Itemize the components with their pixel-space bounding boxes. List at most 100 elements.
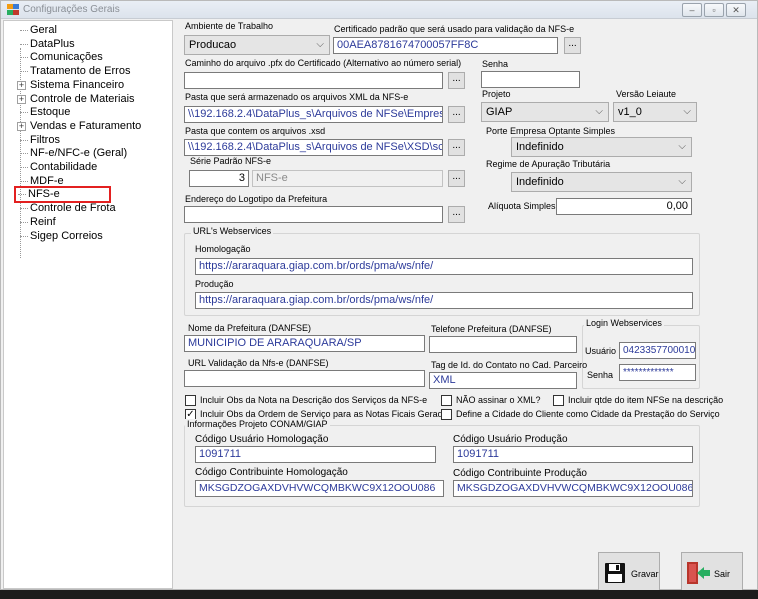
telefone-input[interactable] (429, 336, 577, 353)
checkbox-label: Define a Cidade do Cliente como Cidade d… (456, 409, 720, 419)
pasta-xsd-label: Pasta que contem os arquivos .xsd (185, 126, 326, 136)
cod-usuario-prod-label: Código Usuário Produção (453, 434, 568, 445)
ambiente-value: Producao (189, 39, 237, 51)
tree-item-sistema-financeiro[interactable]: + Sistema Financeiro (17, 78, 125, 92)
projeto-value: GIAP (486, 106, 513, 118)
tree-item-contabilidade[interactable]: Contabilidade (18, 161, 97, 174)
porte-select[interactable]: Indefinido ⌵ (511, 137, 692, 157)
incluir-obs-nota-checkbox[interactable]: Incluir Obs da Nota na Descrição dos Ser… (185, 394, 427, 407)
pasta-xml-input[interactable]: \\192.168.2.4\DataPlus_s\Arquivos de NFS… (184, 106, 443, 123)
tree-item-label: Geral (30, 24, 57, 36)
minimize-button[interactable]: – (682, 3, 702, 17)
tree-item-mdf-e[interactable]: MDF-e (18, 175, 64, 188)
serie-number-input[interactable]: 3 (189, 170, 249, 187)
define-cidade-checkbox[interactable]: Define a Cidade do Cliente como Cidade d… (441, 408, 720, 421)
tree-item-vendas-e-faturamento[interactable]: + Vendas e Faturamento (17, 119, 142, 133)
pasta-xsd-input[interactable]: \\192.168.2.4\DataPlus_s\Arquivos de NFS… (184, 139, 443, 156)
expand-icon[interactable]: + (17, 80, 26, 90)
certificado-browse-button[interactable]: ... (564, 37, 581, 54)
tree-item-reinf[interactable]: Reinf (18, 216, 56, 229)
senha-ws-label: Senha (587, 370, 614, 380)
homologacao-label: Homologação (195, 244, 251, 254)
tree-item-geral[interactable]: Geral (18, 24, 57, 37)
versao-select[interactable]: v1_0 ⌵ (613, 102, 697, 122)
tree-item-label: Controle de Frota (30, 202, 116, 215)
ambiente-label: Ambiente de Trabalho (185, 21, 274, 31)
porte-label: Porte Empresa Optante Simples (486, 126, 616, 136)
senha-ws-input[interactable]: ************* (619, 364, 696, 381)
close-button[interactable]: ✕ (726, 3, 746, 17)
sair-label: Sair (714, 569, 731, 579)
cod-usuario-prod-input[interactable]: 1091711 (453, 446, 693, 463)
cod-contrib-prod-input[interactable]: MKSGDZOGAXDVHVWCQMBKWC9X12OOU086 (453, 480, 693, 497)
telefone-label: Telefone Prefeitura (DANFSE) (431, 324, 552, 334)
cod-usuario-homolog-input[interactable]: 1091711 (195, 446, 436, 463)
checkbox-label: Incluir Obs da Ordem de Serviço para as … (200, 409, 453, 419)
cod-usuario-homolog-label: Código Usuário Homologação (195, 434, 329, 445)
tree-item-estoque[interactable]: Estoque (18, 106, 70, 119)
producao-url-input[interactable]: https://araraquara.giap.com.br/ords/pma/… (195, 292, 693, 309)
prefeitura-input[interactable]: MUNICIPIO DE ARARAQUARA/SP (184, 335, 425, 352)
pasta-xsd-browse-button[interactable]: ... (448, 139, 465, 156)
tree-item-controle-de-frota[interactable]: Controle de Frota (18, 202, 116, 215)
taskbar-strip (0, 590, 758, 599)
tree-item-filtros[interactable]: Filtros (18, 134, 60, 147)
nfse-settings-panel: Ambiente de Trabalho Producao ⌵ Certific… (176, 20, 756, 594)
tree-item-comunica-es[interactable]: Comunicações (18, 51, 103, 64)
projeto-select[interactable]: GIAP ⌵ (481, 102, 609, 122)
tree-item-nf-e-nfc-e-geral[interactable]: NF-e/NFC-e (Geral) (18, 147, 127, 160)
serie-label: Série Padrão NFS-e (190, 156, 272, 166)
tree-item-label: NFS-e (28, 188, 60, 201)
app-icon (7, 4, 19, 15)
login-webservices-title: Login Webservices (584, 318, 664, 328)
serie-browse-button[interactable]: ... (448, 170, 465, 187)
regime-select[interactable]: Indefinido ⌵ (511, 172, 692, 192)
tag-contato-label: Tag de Id. do Contato no Cad. Parceiro (431, 360, 588, 370)
chevron-down-icon: ⌵ (678, 141, 686, 152)
caminho-pfx-input[interactable] (184, 72, 443, 89)
floppy-disk-icon (605, 563, 625, 583)
tree-item-nfs-e[interactable]: NFS-e (14, 186, 111, 204)
gravar-button[interactable]: Gravar (598, 552, 660, 594)
cod-contrib-homolog-input[interactable]: MKSGDZOGAXDVHVWCQMBKWC9X12OOU086 (195, 480, 444, 497)
serie-name-field: NFS-e (252, 170, 443, 187)
tree-item-tratamento-de-erros[interactable]: Tratamento de Erros (18, 65, 130, 78)
tree-item-dataplus[interactable]: DataPlus (18, 38, 75, 51)
tree-item-label: Comunicações (30, 51, 103, 64)
aliquota-label: Alíquota Simples: (488, 201, 559, 211)
checkbox-box (441, 409, 452, 420)
logotipo-input[interactable] (184, 206, 443, 223)
checkbox-label: Incluir Obs da Nota na Descrição dos Ser… (200, 395, 428, 405)
cod-contrib-homolog-label: Código Contribuinte Homologação (195, 467, 348, 478)
ambiente-select[interactable]: Producao ⌵ (184, 35, 330, 55)
tree-item-sigep-correios[interactable]: Sigep Correios (18, 230, 103, 243)
tree-item-label: Vendas e Faturamento (30, 119, 142, 132)
tree-item-label: Sigep Correios (30, 229, 103, 242)
settings-tree[interactable]: Geral DataPlus Comunicações Tratamento de E… (3, 20, 173, 589)
chevron-down-icon: ⌵ (678, 176, 686, 187)
certificado-input[interactable]: 00AEA8781674700057FF8C (333, 37, 558, 54)
homologacao-url-input[interactable]: https://araraquara.giap.com.br/ords/pma/… (195, 258, 693, 275)
sair-button[interactable]: Sair (681, 552, 743, 594)
senha-input[interactable] (481, 71, 580, 88)
usuario-input[interactable]: 0423357700010 (619, 342, 696, 359)
nao-assinar-checkbox[interactable]: NÃO assinar o XML? (441, 394, 541, 407)
tag-contato-input[interactable]: XML (429, 372, 577, 389)
logotipo-browse-button[interactable]: ... (448, 206, 465, 223)
aliquota-input[interactable]: 0,00 (556, 198, 692, 215)
checkbox-box (185, 395, 196, 406)
expand-icon[interactable]: + (17, 94, 26, 104)
cod-contrib-prod-label: Código Contribuinte Produção (453, 468, 587, 479)
tree-item-controle-de-materiais[interactable]: + Controle de Materiais (17, 93, 135, 106)
maximize-button[interactable]: ▫ (704, 3, 724, 17)
pasta-xml-browse-button[interactable]: ... (448, 106, 465, 123)
caminho-pfx-browse-button[interactable]: ... (448, 72, 465, 89)
checkbox-box (553, 395, 564, 406)
url-validacao-label: URL Validação da Nfs-e (DANFSE) (188, 358, 329, 368)
tree-item-label: Tratamento de Erros (30, 65, 131, 78)
tree-item-label: Sistema Financeiro (30, 78, 125, 91)
incluir-qtde-checkbox[interactable]: Incluir qtde do item NFSe na descrição (553, 394, 723, 407)
expand-icon[interactable]: + (17, 121, 26, 131)
url-validacao-input[interactable] (184, 370, 425, 387)
settings-window: Configurações Gerais – ▫ ✕ Geral DataPlus… (0, 0, 758, 594)
